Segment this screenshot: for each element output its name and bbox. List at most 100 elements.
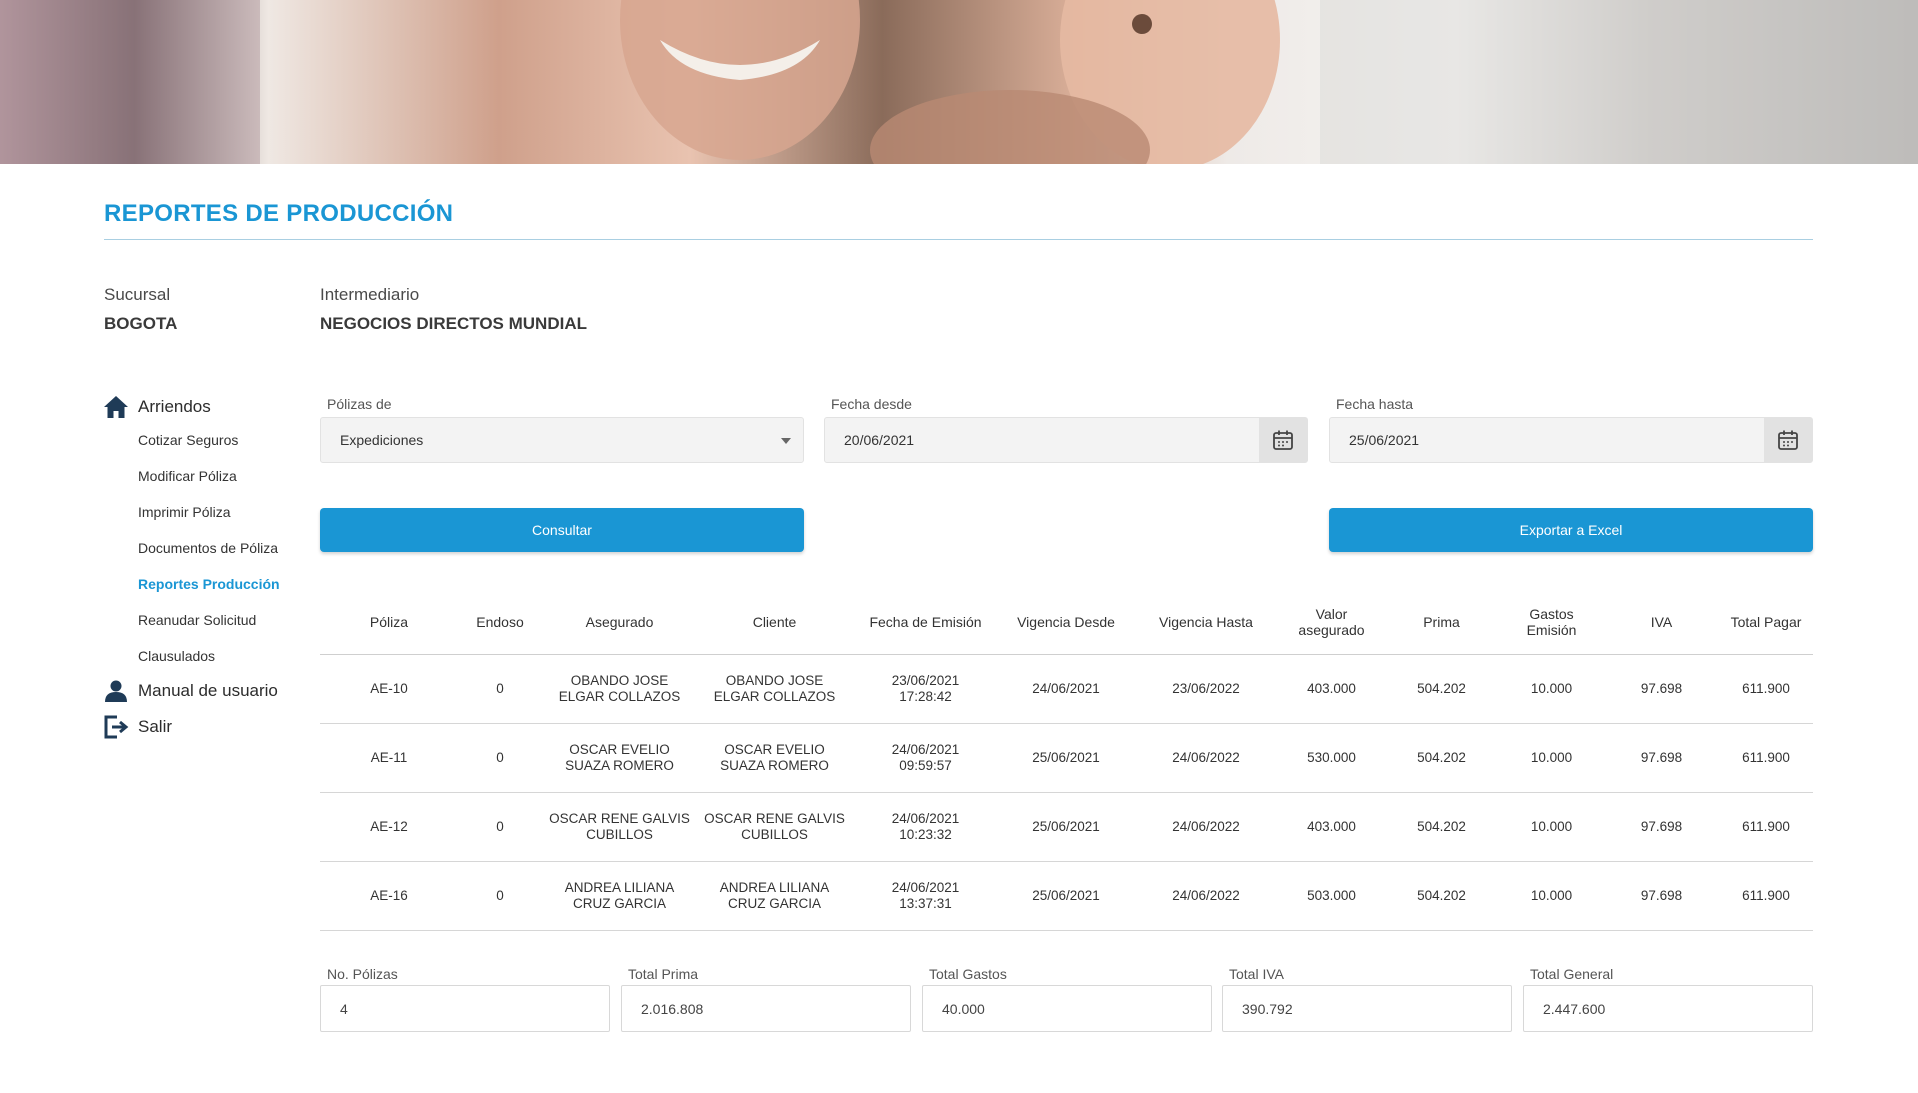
table-cell: OSCAR EVELIO SUAZA ROMERO <box>697 742 852 774</box>
table-cell-text: 24/06/2022 <box>1172 750 1240 765</box>
table-cell-text: 09:59:57 <box>899 758 952 773</box>
chevron-down-icon <box>781 438 791 444</box>
table-cell-text: 504.202 <box>1417 819 1466 834</box>
fecha-desde-input[interactable]: 20/06/2021 <box>824 417 1308 463</box>
table-header-text: Total Pagar <box>1730 614 1802 630</box>
sidebar-item-salir[interactable]: Salir <box>102 712 302 742</box>
table-cell-text: 403.000 <box>1307 819 1356 834</box>
table-row[interactable]: AE-16 0 ANDREA LILIANA CRUZ GARCIA ANDREA LI… <box>320 862 1813 931</box>
total-prima-value: 2.016.808 <box>641 1001 704 1017</box>
table-cell-text: 97.698 <box>1640 681 1683 696</box>
table-header-text: Valor <box>1315 606 1348 622</box>
table-cell-text: OBANDO JOSE <box>570 673 669 688</box>
table-cell: OBANDO JOSE ELGAR COLLAZOS <box>697 673 852 705</box>
total-general-field: 2.447.600 <box>1523 985 1813 1032</box>
table-body: AE-10 0 OBANDO JOSE ELGAR COLLAZOS OBANDO JO… <box>320 655 1813 931</box>
header-banner-image <box>0 0 1918 164</box>
fecha-hasta-input[interactable]: 25/06/2021 <box>1329 417 1813 463</box>
table-header-text: Endoso <box>476 614 524 630</box>
table-cell: 24/06/2021 <box>999 681 1133 697</box>
table-cell: ANDREA LILIANA CRUZ GARCIA <box>542 880 697 912</box>
polizas-de-select[interactable]: Expediciones <box>320 417 804 463</box>
table-header-cell: Valor asegurado <box>1279 606 1384 638</box>
sidebar-item-imprimir-poliza[interactable]: Imprimir Póliza <box>102 494 302 530</box>
table-header-cell: Gastos Emisión <box>1499 606 1604 638</box>
fecha-hasta-label: Fecha hasta <box>1336 396 1414 412</box>
sidebar-item-documentos-poliza[interactable]: Documentos de Póliza <box>102 530 302 566</box>
table-cell: AE-16 <box>320 888 458 904</box>
sidebar-item-cotizar-seguros[interactable]: Cotizar Seguros <box>102 422 302 458</box>
table-cell-text: OBANDO JOSE <box>725 673 824 688</box>
manual-usuario-label: Manual de usuario <box>138 681 278 700</box>
table-cell-text: 24/06/2021 <box>891 811 960 826</box>
sidebar-item-reanudar-solicitud[interactable]: Reanudar Solicitud <box>102 602 302 638</box>
table-cell: ANDREA LILIANA CRUZ GARCIA <box>697 880 852 912</box>
table-row[interactable]: AE-11 0 OSCAR EVELIO SUAZA ROMERO OSCAR EVEL… <box>320 724 1813 793</box>
exportar-excel-button[interactable]: Exportar a Excel <box>1329 508 1813 552</box>
sidebar-item-clausulados[interactable]: Clausulados <box>102 638 302 674</box>
table-cell-text: CUBILLOS <box>741 827 808 842</box>
polizas-de-value: Expediciones <box>340 432 424 448</box>
table-row[interactable]: AE-10 0 OBANDO JOSE ELGAR COLLAZOS OBANDO JO… <box>320 655 1813 724</box>
table-cell-text: 24/06/2022 <box>1172 888 1240 903</box>
table-header-text: Vigencia Desde <box>1017 614 1115 630</box>
table-cell: 530.000 <box>1279 750 1384 766</box>
table-cell: 403.000 <box>1279 681 1384 697</box>
table-cell: 0 <box>458 750 542 766</box>
table-header-cell: Asegurado <box>542 614 697 630</box>
table-cell-text: 25/06/2021 <box>1032 819 1100 834</box>
sidebar-section-arriendos[interactable]: Arriendos <box>102 392 302 422</box>
fecha-desde-value: 20/06/2021 <box>844 432 915 448</box>
table-cell-text: ANDREA LILIANA <box>719 880 830 895</box>
table-cell-text: 10.000 <box>1530 888 1573 903</box>
table-cell: 0 <box>458 819 542 835</box>
table-cell: 611.900 <box>1719 819 1813 835</box>
polizas-de-label: Pólizas de <box>327 396 392 412</box>
table-header-text: Asegurado <box>585 614 654 630</box>
table-cell: 25/06/2021 <box>999 819 1133 835</box>
table-cell: AE-11 <box>320 750 458 766</box>
table-header-text: Vigencia Hasta <box>1159 614 1253 630</box>
table-cell-text: ELGAR COLLAZOS <box>558 689 681 704</box>
table-cell: OBANDO JOSE ELGAR COLLAZOS <box>542 673 697 705</box>
no-polizas-field: 4 <box>320 985 610 1032</box>
table-cell: 504.202 <box>1384 681 1499 697</box>
intermediario-value: NEGOCIOS DIRECTOS MUNDIAL <box>320 314 587 333</box>
sidebar-item-reportes-produccion[interactable]: Reportes Producción <box>102 566 302 602</box>
sidebar-item-manual-usuario[interactable]: Manual de usuario <box>102 676 302 706</box>
table-cell: 10.000 <box>1499 681 1604 697</box>
table-cell-text: AE-12 <box>370 819 408 834</box>
table-cell-text: 24/06/2021 <box>891 880 960 895</box>
table-cell: 23/06/2022 <box>1133 681 1279 697</box>
table-cell: 10.000 <box>1499 888 1604 904</box>
calendar-icon[interactable] <box>1764 418 1812 462</box>
table-header-cell: Cliente <box>697 614 852 630</box>
table-cell-text: 0 <box>496 819 504 834</box>
table-header-cell: Póliza <box>320 614 458 630</box>
table-cell-text: 10.000 <box>1530 819 1573 834</box>
table-cell-text: 10.000 <box>1530 681 1573 696</box>
table-header-text: Cliente <box>752 614 797 630</box>
table-cell-text: OSCAR RENE GALVIS <box>704 811 845 826</box>
table-header-cell: Vigencia Hasta <box>1133 614 1279 630</box>
total-general-value: 2.447.600 <box>1543 1001 1606 1017</box>
total-prima-label: Total Prima <box>628 966 699 982</box>
table-cell: 504.202 <box>1384 750 1499 766</box>
title-divider <box>104 239 1813 240</box>
table-cell-text: 504.202 <box>1417 681 1466 696</box>
table-row[interactable]: AE-12 0 OSCAR RENE GALVIS CUBILLOS OSCAR REN… <box>320 793 1813 862</box>
total-iva-value: 390.792 <box>1242 1001 1293 1017</box>
table-cell-text: 24/06/2021 <box>1032 681 1100 696</box>
sidebar-section-label: Arriendos <box>138 397 211 416</box>
table-cell-text: 25/06/2021 <box>1032 888 1100 903</box>
table-cell-text: 0 <box>496 681 504 696</box>
consultar-button[interactable]: Consultar <box>320 508 804 552</box>
user-icon <box>102 678 130 704</box>
table-cell-text: OSCAR EVELIO <box>569 742 670 757</box>
intermediario-label: Intermediario <box>320 285 420 304</box>
calendar-icon[interactable] <box>1259 418 1307 462</box>
table-cell: 611.900 <box>1719 888 1813 904</box>
table-cell-text: 24/06/2022 <box>1172 819 1240 834</box>
sidebar-item-modificar-poliza[interactable]: Modificar Póliza <box>102 458 302 494</box>
table-cell-text: OSCAR EVELIO <box>724 742 825 757</box>
